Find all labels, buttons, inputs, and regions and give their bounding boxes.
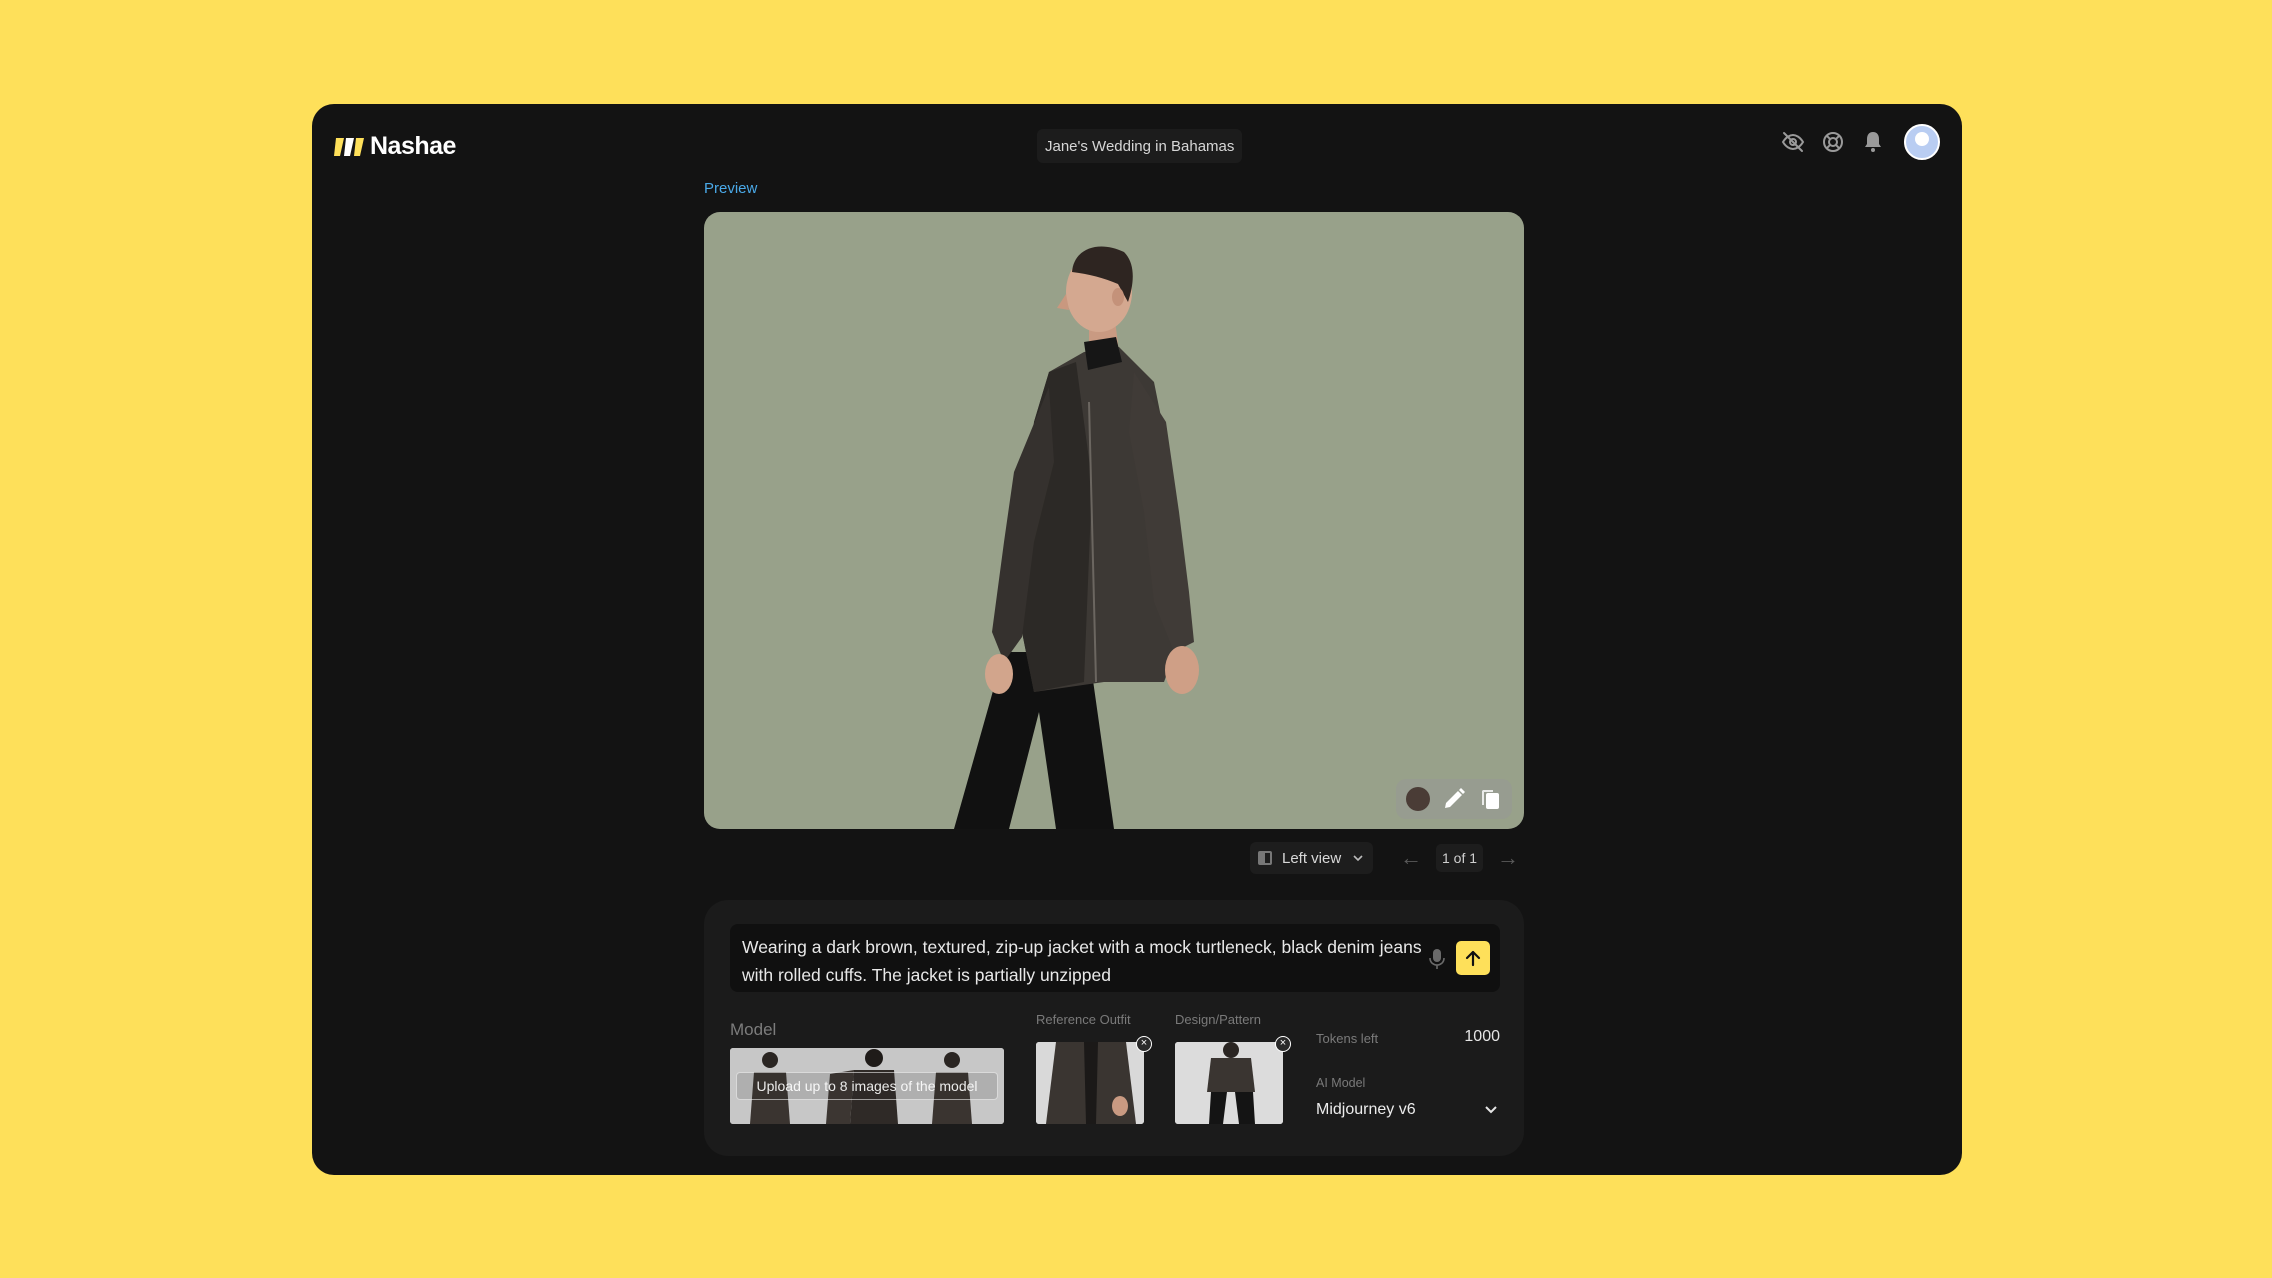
eye-off-icon[interactable]	[1780, 129, 1806, 155]
reference-outfit-image	[1036, 1042, 1144, 1124]
preview-image	[704, 212, 1524, 829]
reference-outfit-thumbnail[interactable]	[1036, 1042, 1144, 1124]
model-upload-hint: Upload up to 8 images of the model	[736, 1072, 998, 1100]
color-swatch-icon[interactable]	[1406, 787, 1430, 811]
view-select-value: Left view	[1282, 849, 1342, 867]
remove-design-icon[interactable]: ×	[1275, 1036, 1291, 1052]
remove-reference-icon[interactable]: ×	[1136, 1036, 1152, 1052]
project-title[interactable]: Jane's Wedding in Bahamas	[1037, 129, 1243, 163]
prev-arrow-icon[interactable]: ←	[1400, 847, 1422, 869]
design-pattern-image	[1175, 1042, 1283, 1124]
view-layout-icon	[1258, 851, 1272, 865]
chevron-down-icon	[1485, 1106, 1497, 1114]
prompt-text[interactable]: Wearing a dark brown, textured, zip-up j…	[742, 933, 1422, 989]
page-indicator: 1 of 1	[1436, 844, 1484, 872]
prompt-composer: Wearing a dark brown, textured, zip-up j…	[704, 900, 1524, 1156]
lifebuoy-icon[interactable]	[1820, 129, 1846, 155]
reference-outfit-label: Reference Outfit	[1036, 1012, 1131, 1027]
ai-model-value: Midjourney v6	[1316, 1101, 1416, 1118]
header-actions	[1780, 124, 1940, 160]
preview-label: Preview	[704, 180, 758, 197]
design-pattern-label: Design/Pattern	[1175, 1012, 1261, 1027]
prompt-input[interactable]: Wearing a dark brown, textured, zip-up j…	[730, 924, 1500, 992]
brand-name: Nashae	[370, 132, 456, 160]
avatar[interactable]	[1904, 124, 1940, 160]
view-select[interactable]: Left view	[1250, 842, 1374, 874]
next-arrow-icon[interactable]: →	[1497, 847, 1519, 869]
model-upload-area[interactable]: Upload up to 8 images of the model	[730, 1048, 1004, 1124]
pager: ← 1 of 1 →	[1400, 842, 1519, 874]
chevron-down-icon	[1353, 855, 1363, 862]
model-label: Model	[730, 1020, 777, 1039]
ai-model-select[interactable]: Midjourney v6	[1316, 1098, 1500, 1122]
design-pattern-thumbnail[interactable]	[1175, 1042, 1283, 1124]
app-window: Nashae Jane's Wedding in Bahamas Preview…	[312, 104, 1962, 1175]
logo-mark-icon	[334, 137, 364, 156]
ai-model-label: AI Model	[1316, 1076, 1366, 1090]
model-figure-image	[954, 246, 1199, 829]
bell-icon[interactable]	[1860, 129, 1886, 155]
brand-logo[interactable]: Nashae	[334, 132, 456, 161]
tokens-label: Tokens left	[1316, 1031, 1379, 1046]
arrow-up-icon	[1465, 950, 1481, 967]
pencil-icon[interactable]	[1442, 787, 1466, 811]
microphone-icon[interactable]	[1428, 948, 1446, 970]
send-button[interactable]	[1456, 941, 1490, 975]
copy-icon[interactable]	[1478, 787, 1502, 811]
image-toolbar	[1396, 779, 1512, 819]
tokens-value: 1000	[1464, 1028, 1500, 1045]
avatar-head-icon	[1915, 132, 1929, 146]
